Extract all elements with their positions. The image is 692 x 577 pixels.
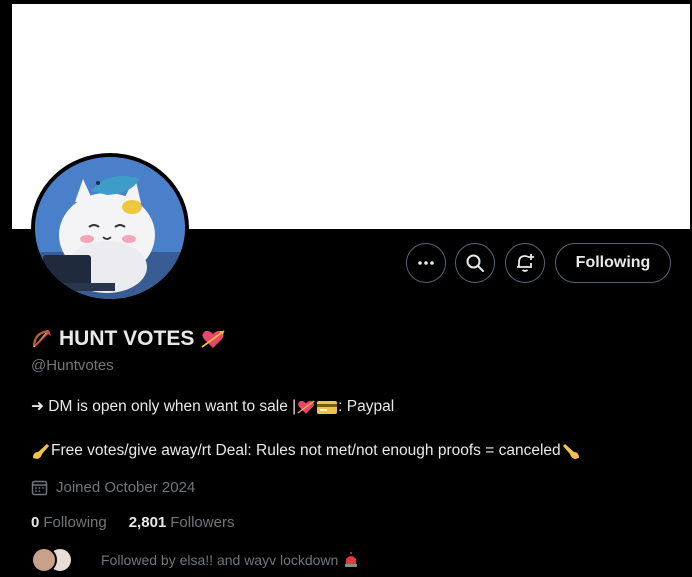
- notifications-button[interactable]: [505, 243, 545, 283]
- joined-date: Joined October 2024: [31, 479, 195, 496]
- joined-date-text: Joined October 2024: [56, 479, 196, 496]
- following-button[interactable]: Following: [555, 243, 671, 283]
- bow-and-arrow-emoji: [32, 329, 51, 348]
- heart-with-arrow-emoji: [297, 399, 315, 414]
- following-label: Following: [43, 514, 107, 531]
- followers-label: Followers: [170, 514, 235, 531]
- avatar: [31, 547, 57, 573]
- following-count: 0: [31, 514, 40, 531]
- followers-count-link[interactable]: 2,801 Followers: [129, 514, 235, 531]
- heart-with-arrow-emoji: [201, 330, 225, 348]
- display-name-row: HUNT VOTES: [31, 324, 226, 354]
- followed-by-row[interactable]: Followed by elsa!! and wayv lockdown: [31, 547, 360, 573]
- bio-line-2: Free votes/give away/rt Deal: Rules not …: [31, 442, 581, 460]
- profile-handle: @Huntvotes: [31, 357, 114, 374]
- follow-stats: 0 Following 2,801 Followers: [31, 514, 256, 531]
- profile-avatar[interactable]: [31, 153, 189, 303]
- followed-by-text: Followed by elsa!! and wayv lockdown: [101, 552, 339, 568]
- bio-line-1: ➜ DM is open only when want to sale | : …: [31, 397, 394, 416]
- more-icon: [418, 261, 434, 265]
- followers-count: 2,801: [128, 514, 167, 531]
- right-hand-pointing-emoji: [33, 444, 49, 459]
- bio-line-2-text: Free votes/give away/rt Deal: Rules not …: [51, 442, 561, 459]
- display-name: HUNT VOTES: [59, 327, 195, 350]
- credit-card-emoji: [317, 400, 338, 414]
- calendar-icon: [31, 480, 48, 496]
- avatar-cat-image: [35, 157, 185, 299]
- following-count-link[interactable]: 0 Following: [31, 514, 107, 531]
- search-button[interactable]: [455, 243, 495, 283]
- police-light-emoji: [345, 552, 358, 567]
- more-button[interactable]: [406, 243, 446, 283]
- bio-line-1-payment: : Paypal: [338, 397, 395, 415]
- search-icon: [466, 254, 484, 272]
- notification-bell-plus-icon: [517, 254, 534, 272]
- left-hand-pointing-emoji: [562, 444, 579, 459]
- bio-line-1-text: ➜ DM is open only when want to sale |: [31, 398, 297, 415]
- window-edge-left: [0, 0, 12, 577]
